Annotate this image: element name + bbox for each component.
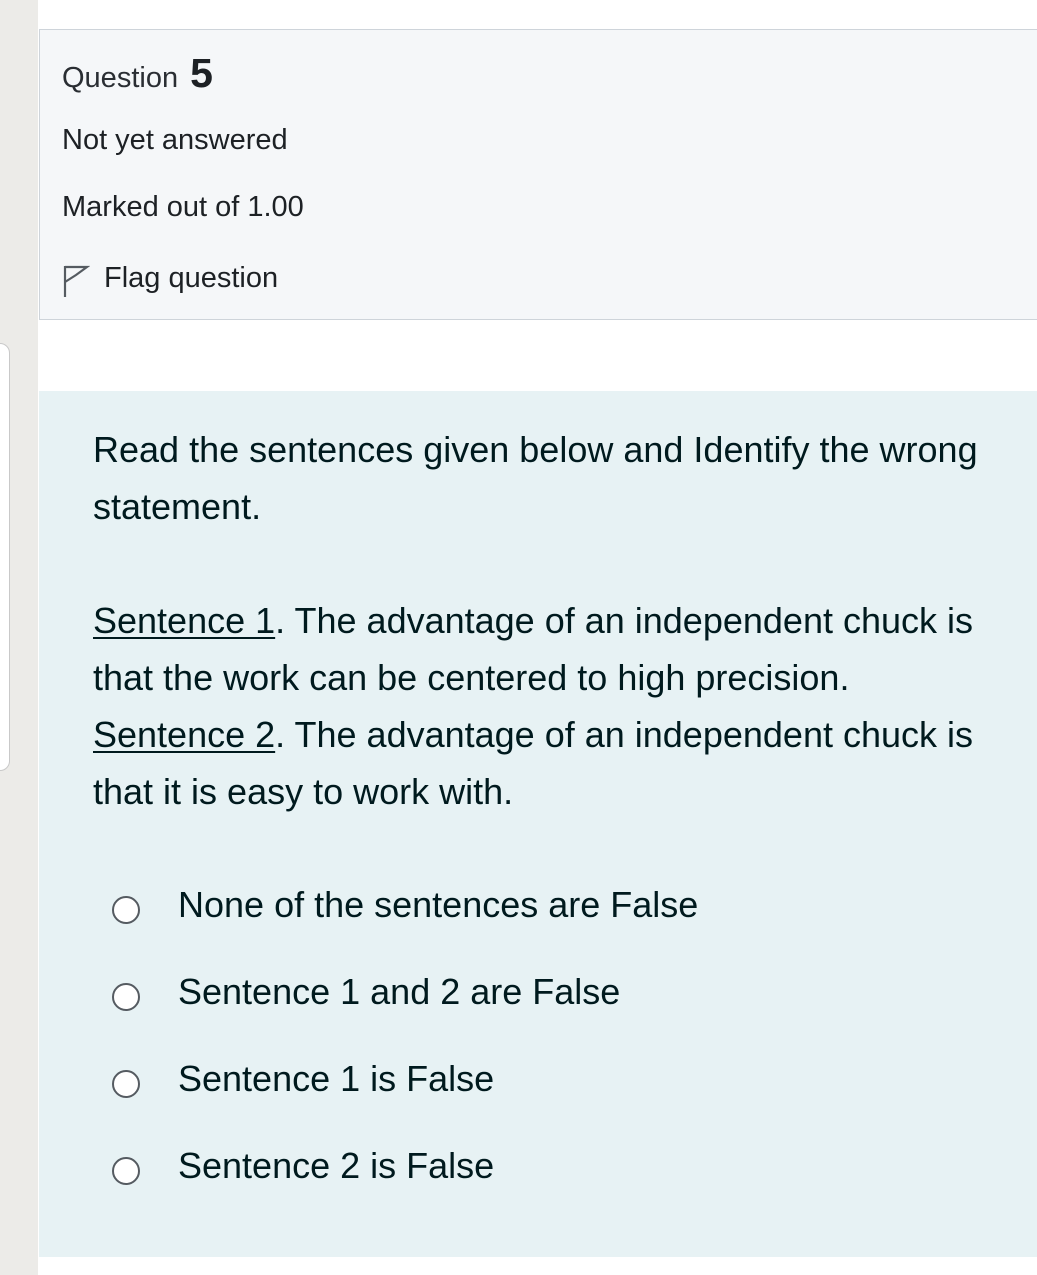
radio-unchecked-icon[interactable]	[112, 1157, 140, 1185]
answer-option[interactable]: Sentence 1 is False	[112, 1051, 1012, 1138]
sentence-label: Sentence 2	[93, 714, 276, 755]
sentence-item: Sentence 1. The advantage of an independ…	[93, 592, 1003, 706]
radio-unchecked-icon[interactable]	[112, 1070, 140, 1098]
flag-question-link[interactable]: Flag question	[62, 258, 278, 298]
question-intro: Read the sentences given below and Ident…	[93, 429, 978, 527]
question-content-panel: Read the sentences given below and Ident…	[39, 391, 1037, 1257]
question-state: Not yet answered	[62, 124, 288, 156]
flag-outline-icon	[63, 265, 90, 297]
flag-question-label: Flag question	[104, 261, 279, 294]
answer-option[interactable]: Sentence 2 is False	[112, 1138, 1012, 1225]
question-info-panel: Question 5 Not yet answered Marked out o…	[39, 29, 1037, 320]
answer-option[interactable]: None of the sentences are False	[112, 877, 1012, 964]
sentence-label: Sentence 1	[93, 600, 276, 641]
answer-options: None of the sentences are False Sentence…	[112, 877, 1012, 1225]
answer-label[interactable]: Sentence 2 is False	[178, 1146, 494, 1186]
question-text: Read the sentences given below and Ident…	[93, 421, 1003, 820]
answer-label[interactable]: Sentence 1 is False	[178, 1059, 494, 1099]
answer-label[interactable]: None of the sentences are False	[178, 885, 698, 925]
sentence-item: Sentence 2. The advantage of an independ…	[93, 706, 1003, 820]
question-grade: Marked out of 1.00	[62, 191, 304, 223]
question-number-heading: Question 5	[62, 50, 213, 97]
radio-unchecked-icon[interactable]	[112, 983, 140, 1011]
question-number: 5	[190, 50, 213, 96]
answer-label[interactable]: Sentence 1 and 2 are False	[178, 972, 620, 1012]
drawer-toggle-edge[interactable]	[0, 343, 10, 771]
question-label: Question	[62, 62, 179, 94]
answer-option[interactable]: Sentence 1 and 2 are False	[112, 964, 1012, 1051]
radio-unchecked-icon[interactable]	[112, 896, 140, 924]
